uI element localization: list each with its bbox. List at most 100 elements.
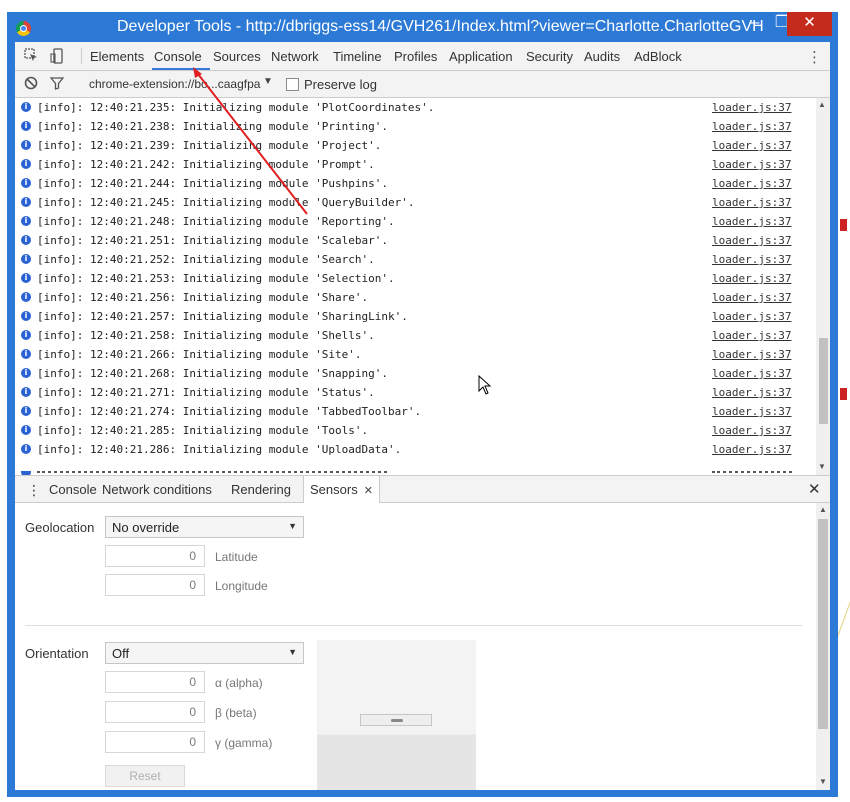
- scroll-down-icon[interactable]: ▼: [818, 462, 826, 471]
- drawer-tab-sensors[interactable]: Sensors ✕: [303, 476, 380, 503]
- source-link[interactable]: loader.js:37: [712, 215, 791, 228]
- console-log-message: [info]: 12:40:21.257: Initializing modul…: [37, 310, 408, 323]
- device-mode-icon[interactable]: [49, 48, 65, 64]
- scrollbar-thumb[interactable]: [818, 519, 828, 729]
- beta-input[interactable]: 0: [105, 701, 205, 723]
- tab-audits[interactable]: Audits: [584, 49, 620, 64]
- geolocation-select-value: No override: [112, 520, 180, 535]
- chevron-down-icon[interactable]: ▼: [263, 76, 273, 87]
- orientation-select-value: Off: [112, 646, 130, 661]
- info-icon: i: [21, 235, 31, 245]
- console-filter-bar: chrome-extension://bo...caagfpa ▼ Preser…: [15, 71, 830, 98]
- preserve-log-checkbox[interactable]: [286, 78, 299, 91]
- tab-elements[interactable]: Elements: [90, 49, 144, 64]
- console-log-row: i [info]: 12:40:21.271: Initializing modu…: [15, 383, 815, 402]
- source-link[interactable]: loader.js:37: [712, 405, 791, 418]
- gamma-input[interactable]: 0: [105, 731, 205, 753]
- execution-context-select[interactable]: chrome-extension://bo...caagfpa: [89, 77, 260, 91]
- info-icon: i: [21, 254, 31, 264]
- geolocation-label: Geolocation: [25, 520, 95, 535]
- console-log-row: i [info]: 12:40:21.235: Initializing modu…: [15, 98, 815, 117]
- console-log-message: [info]: 12:40:21.244: Initializing modul…: [37, 177, 388, 190]
- latitude-label: Latitude: [215, 550, 258, 564]
- tab-profiles[interactable]: Profiles: [394, 49, 437, 64]
- clear-console-icon[interactable]: [23, 76, 39, 92]
- console-log-row: i [info]: 12:40:21.274: Initializing modu…: [15, 402, 815, 421]
- minimize-button[interactable]: –: [740, 12, 770, 36]
- source-link[interactable]: loader.js:37: [712, 329, 791, 342]
- source-link[interactable]: loader.js:37: [712, 234, 791, 247]
- close-tab-icon[interactable]: ✕: [364, 485, 373, 497]
- console-log-message: [info]: 12:40:21.256: Initializing modul…: [37, 291, 369, 304]
- scroll-up-icon[interactable]: ▲: [818, 100, 826, 109]
- tab-sources[interactable]: Sources: [213, 49, 261, 64]
- console-messages[interactable]: i [info]: 12:40:21.235: Initializing modu…: [15, 98, 830, 475]
- drawer-tab-console[interactable]: Console: [49, 482, 97, 497]
- source-link[interactable]: loader.js:37: [712, 177, 791, 190]
- console-log-message: [info]: 12:40:21.248: Initializing modul…: [37, 215, 395, 228]
- source-link[interactable]: loader.js:37: [712, 272, 791, 285]
- source-link[interactable]: loader.js:37: [712, 348, 791, 361]
- info-icon: i: [21, 444, 31, 454]
- latitude-input[interactable]: 0: [105, 545, 205, 567]
- console-log-row: i [info]: 12:40:21.244: Initializing modu…: [15, 174, 815, 193]
- info-icon: i: [21, 197, 31, 207]
- active-tab-underline: [152, 68, 210, 70]
- console-log-row: i [info]: 12:40:21.253: Initializing modu…: [15, 269, 815, 288]
- scroll-down-icon[interactable]: ▼: [819, 777, 827, 786]
- tab-security[interactable]: Security: [526, 49, 573, 64]
- console-log-message: [info]: 12:40:21.245: Initializing modul…: [37, 196, 415, 209]
- console-log-row: i [info]: 12:40:21.245: Initializing modu…: [15, 193, 815, 212]
- source-link[interactable]: loader.js:37: [712, 196, 791, 209]
- source-link[interactable]: loader.js:37: [712, 424, 791, 437]
- orientation-select[interactable]: Off ▼: [105, 642, 304, 664]
- console-scrollbar[interactable]: ▲ ▼: [816, 98, 830, 475]
- source-link[interactable]: loader.js:37: [712, 386, 791, 399]
- main-tab-bar: Elements Console Sources Network Timelin…: [15, 42, 830, 71]
- tab-adblock[interactable]: AdBlock: [634, 49, 682, 64]
- source-link[interactable]: loader.js:37: [712, 253, 791, 266]
- console-log-message: [info]: 12:40:21.286: Initializing modul…: [37, 443, 402, 456]
- filter-icon[interactable]: [49, 76, 65, 92]
- console-log-row: i [info]: 12:40:21.252: Initializing modu…: [15, 250, 815, 269]
- reset-button[interactable]: Reset: [105, 765, 185, 787]
- source-link[interactable]: loader.js:37: [712, 291, 791, 304]
- section-divider: [25, 625, 802, 626]
- source-link[interactable]: loader.js:37: [712, 101, 791, 114]
- tab-timeline[interactable]: Timeline: [333, 49, 382, 64]
- source-link[interactable]: loader.js:37: [712, 158, 791, 171]
- source-link[interactable]: loader.js:37: [712, 367, 791, 380]
- console-log-message: [info]: 12:40:21.266: Initializing modul…: [37, 348, 362, 361]
- console-log-message: [info]: 12:40:21.271: Initializing modul…: [37, 386, 375, 399]
- console-log-row: i [info]: 12:40:21.256: Initializing modu…: [15, 288, 815, 307]
- drawer-tab-rendering[interactable]: Rendering: [231, 482, 291, 497]
- alpha-label: α (alpha): [215, 676, 263, 690]
- close-button[interactable]: ✕: [787, 12, 832, 36]
- alpha-input[interactable]: 0: [105, 671, 205, 693]
- sensors-scrollbar[interactable]: ▲ ▼: [816, 503, 830, 790]
- tab-network[interactable]: Network: [271, 49, 319, 64]
- drawer-menu-icon[interactable]: ⋮: [27, 482, 41, 499]
- tab-console[interactable]: Console: [154, 49, 202, 64]
- info-icon: i: [21, 273, 31, 283]
- scroll-up-icon[interactable]: ▲: [819, 505, 827, 514]
- longitude-input[interactable]: 0: [105, 574, 205, 596]
- console-log-message: [info]: 12:40:21.268: Initializing modul…: [37, 367, 388, 380]
- orientation-preview[interactable]: [317, 640, 476, 790]
- mouse-cursor-icon: [478, 375, 492, 395]
- devtools-window: Developer Tools - http://dbriggs-ess14/G…: [7, 12, 838, 797]
- more-menu-icon[interactable]: ⋮: [807, 48, 822, 66]
- geolocation-select[interactable]: No override ▼: [105, 516, 304, 538]
- close-drawer-icon[interactable]: ✕: [808, 480, 821, 498]
- source-link[interactable]: loader.js:37: [712, 139, 791, 152]
- inspect-element-icon[interactable]: [23, 48, 39, 64]
- source-link[interactable]: loader.js:37: [712, 310, 791, 323]
- source-link[interactable]: loader.js:37: [712, 120, 791, 133]
- tab-application[interactable]: Application: [449, 49, 513, 64]
- console-log-message: [info]: 12:40:21.242: Initializing modul…: [37, 158, 375, 171]
- preserve-log-label: Preserve log: [304, 77, 377, 92]
- title-bar[interactable]: Developer Tools - http://dbriggs-ess14/G…: [7, 12, 838, 42]
- scrollbar-thumb[interactable]: [819, 338, 828, 424]
- source-link[interactable]: loader.js:37: [712, 443, 791, 456]
- drawer-tab-network-conditions[interactable]: Network conditions: [102, 482, 212, 497]
